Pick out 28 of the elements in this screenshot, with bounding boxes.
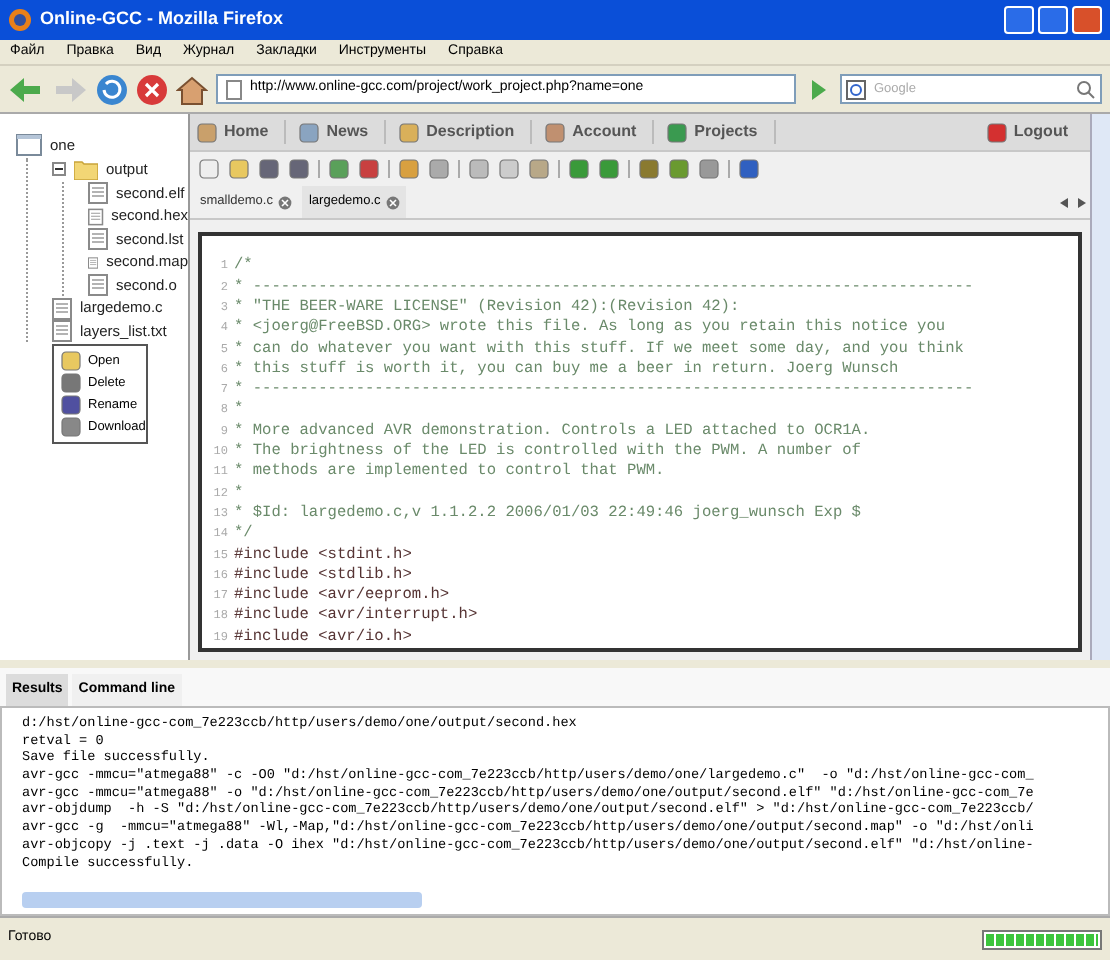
back-arrow-icon[interactable] <box>8 75 44 103</box>
scroll-right-icon[interactable] <box>1078 198 1086 209</box>
horizontal-scrollbar[interactable] <box>22 892 422 908</box>
close-icon[interactable] <box>386 195 401 210</box>
close-icon[interactable] <box>278 195 293 210</box>
minimize-button[interactable] <box>1004 6 1034 34</box>
nav-link[interactable]: Description <box>398 120 533 145</box>
maximize-button[interactable] <box>1038 6 1068 34</box>
nav-link[interactable]: Account <box>544 120 655 145</box>
nav-link[interactable]: News <box>298 120 387 145</box>
code-editor[interactable] <box>198 232 1082 652</box>
search-icon[interactable] <box>1076 79 1096 99</box>
reload-icon[interactable] <box>96 73 128 105</box>
file-icon <box>88 182 108 204</box>
globe-icon <box>8 8 32 32</box>
close-button[interactable] <box>1072 6 1102 34</box>
window-title: Online-GCC - Mozilla Firefox <box>40 6 284 33</box>
nav-link[interactable]: Logout <box>985 120 1084 145</box>
window-icon <box>16 134 42 156</box>
collapse-icon[interactable] <box>52 162 66 176</box>
page-icon <box>226 79 242 99</box>
vertical-scrollbar[interactable] <box>1090 114 1110 660</box>
search-engine-icon <box>846 79 866 99</box>
nav-link[interactable]: Projects <box>666 120 776 145</box>
home-icon[interactable] <box>176 73 208 105</box>
stop-icon[interactable] <box>136 73 168 105</box>
nav-link[interactable]: Home <box>196 120 287 145</box>
scroll-left-icon[interactable] <box>1060 198 1068 209</box>
